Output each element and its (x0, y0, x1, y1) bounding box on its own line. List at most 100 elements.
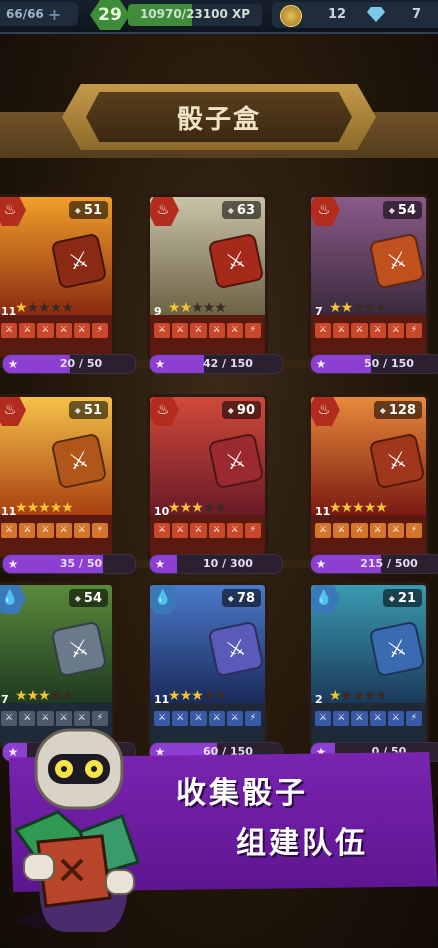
dice-face-icon: ⚔ (387, 711, 404, 726)
dice-face-icon: ⚔ (73, 323, 90, 338)
dice-face-icon: ⚔ (226, 523, 243, 538)
dice-faces: ⚔ ⚔ ⚔ ⚔ ⚔ ⚡ (1, 523, 109, 538)
dice-card[interactable]: ⚔ ♨ ◆ 54 7 ★★★★★ ⚔ ⚔ ⚔ ⚔ ⚔ ⚡ (308, 194, 429, 360)
upgrade-progress-bar: ★ 215 / 500 (310, 554, 438, 574)
dice-face-icon: ⚡ (405, 523, 423, 538)
dice-face-icon: ⚔ (190, 523, 207, 538)
star-icon: ★ (26, 688, 40, 704)
dice-faces: ⚔ ⚔ ⚔ ⚔ ⚔ ⚡ (1, 323, 109, 338)
diamond-icon: ◆ (227, 205, 234, 215)
power-badge: ◆ 54 (382, 201, 422, 219)
progress-value: 215 / 500 (360, 557, 418, 570)
dice-face-icon: ⚔ (208, 523, 225, 538)
dice-face-icon: ⚔ (1, 523, 18, 538)
dice-face-icon: ⚡ (405, 323, 423, 338)
star-rating: ★★★★★ (168, 300, 227, 316)
dice-face-icon: ⚔ (190, 711, 207, 726)
star-icon: ★ (179, 500, 193, 516)
power-badge: ◆ 21 (382, 589, 422, 607)
star-icon: ★ (352, 300, 365, 316)
star-icon: ★ (202, 300, 216, 316)
dice-icon: ⚔ (207, 432, 265, 490)
gem-count: 7 (412, 7, 422, 22)
dice-face-icon: ⚔ (172, 711, 189, 726)
upgrade-progress-bar: ★ 35 / 50 (2, 554, 136, 574)
star-icon: ★ (340, 688, 354, 704)
dice-icon: ⚔ (50, 232, 108, 290)
mascot-character (13, 728, 140, 932)
dice-face-icon: ⚔ (226, 711, 243, 726)
power-badge: ◆ 51 (68, 401, 108, 419)
power-badge: ◆ 51 (68, 201, 108, 219)
star-rating: ★★★★★ (168, 688, 227, 704)
player-level-badge[interactable]: 29 (90, 0, 130, 30)
star-icon: ★ (179, 688, 193, 704)
power-value: 128 (388, 402, 416, 418)
dice-face-icon: ⚔ (19, 323, 36, 338)
dice-faces: ⚔ ⚔ ⚔ ⚔ ⚔ ⚡ (154, 711, 262, 726)
dice-faces: ⚔ ⚔ ⚔ ⚔ ⚔ ⚡ (315, 523, 423, 538)
dice-face-icon: ⚔ (37, 523, 54, 538)
diamond-icon: ◆ (388, 593, 395, 603)
health-value: 66/66 (6, 7, 44, 21)
dice-face-icon: ⚡ (244, 711, 262, 726)
dice-face-icon: ⚡ (91, 323, 109, 338)
power-value: 54 (397, 202, 416, 218)
power-value: 78 (236, 590, 255, 606)
dice-icon: ⚔ (50, 432, 108, 490)
dice-card[interactable]: ⚔ 💧 ◆ 21 2 ★★★★★ ⚔ ⚔ ⚔ ⚔ ⚔ ⚡ (308, 582, 429, 748)
dice-card[interactable]: ⚔ ♨ ◆ 63 9 ★★★★★ ⚔ ⚔ ⚔ ⚔ ⚔ ⚡ (147, 194, 268, 360)
dice-face-icon: ⚔ (333, 523, 350, 538)
star-rating: ★★★★★ (329, 300, 388, 316)
dice-face-icon: ⚔ (208, 323, 225, 338)
dice-faces: ⚔ ⚔ ⚔ ⚔ ⚔ ⚡ (315, 711, 423, 726)
dice-card[interactable]: ⚔ ♨ ◆ 90 10 ★★★★★ ⚔ ⚔ ⚔ ⚔ ⚔ ⚡ (147, 394, 268, 560)
health-display[interactable]: 66/66 + (0, 2, 78, 26)
title-plate: 骰子盒 (86, 92, 352, 142)
dice-icon: ⚔ (368, 432, 426, 490)
dice-card[interactable]: ⚔ ♨ ◆ 128 11 ★★★★★ ⚔ ⚔ ⚔ ⚔ ⚔ ⚡ (308, 394, 429, 560)
dice-face-icon: ⚔ (172, 523, 189, 538)
dice-card[interactable]: ⚔ 💧 ◆ 78 11 ★★★★★ ⚔ ⚔ ⚔ ⚔ ⚔ ⚡ (147, 582, 268, 748)
power-badge: ◆ 128 (373, 401, 422, 419)
power-value: 51 (83, 402, 102, 418)
coin-count: 12 (328, 7, 347, 22)
diamond-icon: ◆ (379, 405, 386, 415)
dice-card[interactable]: ⚔ ♨ ◆ 51 11 ★★★★★ ⚔ ⚔ ⚔ ⚔ ⚔ ⚡ (0, 394, 115, 560)
dice-face-icon: ⚔ (315, 711, 332, 726)
power-value: 51 (83, 202, 102, 218)
star-rating: ★★★★★ (168, 500, 227, 516)
dice-face-icon: ⚡ (244, 323, 262, 338)
progress-value: 20 / 50 (59, 357, 103, 370)
star-icon: ★ (329, 688, 342, 704)
dice-face-icon: ⚔ (73, 523, 90, 538)
dice-icon: ⚔ (50, 620, 108, 678)
dice-face-icon: ⚔ (154, 523, 171, 538)
dice-face-icon: ⚔ (172, 323, 189, 338)
power-badge: ◆ 63 (221, 201, 261, 219)
add-health-icon[interactable]: + (48, 5, 61, 24)
star-icon: ★ (202, 500, 216, 516)
star-icon: ★ (15, 300, 28, 316)
dice-card[interactable]: ⚔ ♨ ◆ 51 11 ★★★★★ ⚔ ⚔ ⚔ ⚔ ⚔ ⚡ (0, 194, 115, 360)
star-icon: ★ (168, 500, 181, 516)
promo-line-2: 组建队伍 (236, 826, 368, 861)
progress-value: 50 / 150 (364, 357, 414, 370)
star-icon: ★ (363, 300, 377, 316)
star-rating: ★★★★★ (15, 688, 74, 704)
star-icon: ★ (329, 300, 342, 316)
progress-value: 35 / 50 (59, 557, 103, 570)
star-icon: ★ (340, 500, 354, 516)
star-icon: ★ (363, 688, 377, 704)
dice-face-icon: ⚔ (387, 523, 404, 538)
star-rating: ★★★★★ (15, 300, 74, 316)
star-icon: ★ (61, 688, 74, 704)
star-rating: ★★★★★ (329, 500, 388, 516)
star-icon: ★ (38, 500, 51, 516)
diamond-icon: ◆ (74, 593, 81, 603)
dice-face-icon: ⚔ (333, 323, 350, 338)
star-icon: ★ (179, 300, 193, 316)
dice-face-icon: ⚔ (315, 323, 332, 338)
currency-panel[interactable]: 12 7 (272, 2, 438, 28)
xp-value: 10970/23100 XP (139, 7, 251, 21)
